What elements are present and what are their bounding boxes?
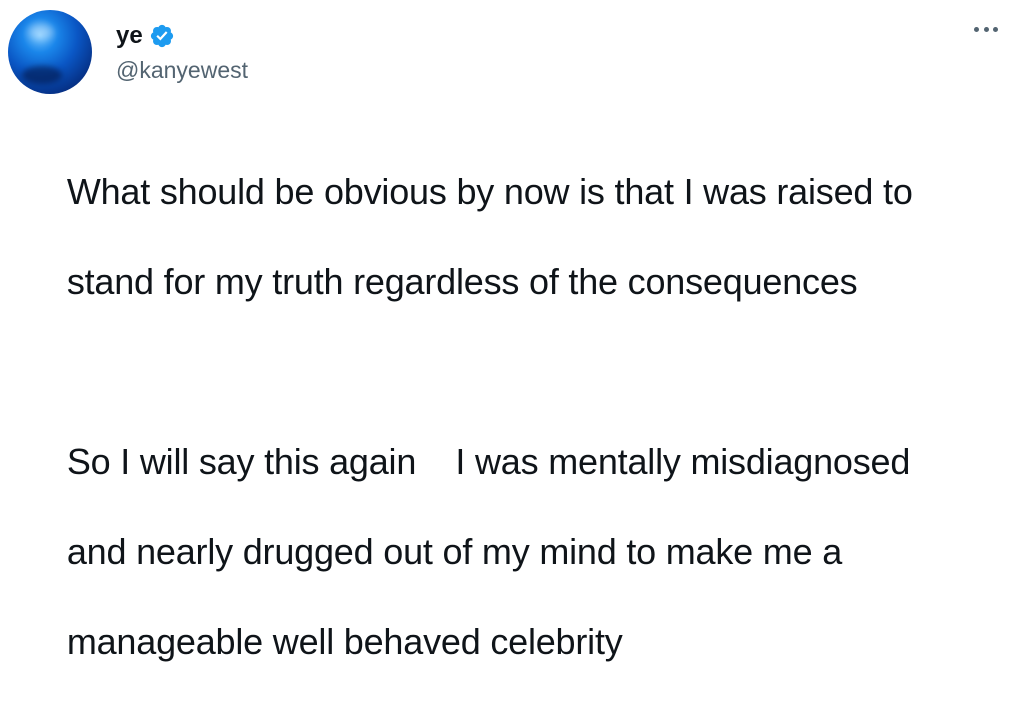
tweet-line: So I will say this again I was mentally …	[66, 441, 911, 482]
verified-badge-icon	[150, 24, 173, 48]
tweet-line: manageable well behaved celebrity	[66, 621, 623, 662]
more-horizontal-icon[interactable]	[974, 24, 998, 34]
tweet-text: What should be obvious by now is that I …	[8, 124, 1008, 709]
tweet-line: stand for my truth regardless of the con…	[66, 261, 858, 302]
author-display-name[interactable]: ye	[116, 22, 143, 50]
tweet-line: and nearly drugged out of my mind to mak…	[66, 531, 843, 572]
more-dot	[983, 26, 989, 32]
tweet-card: ye @kanyewest What should be obvious by …	[0, 0, 1024, 662]
tweet-line: What should be obvious by now is that I …	[66, 171, 913, 212]
avatar-shadow	[22, 66, 62, 84]
author-handle[interactable]: @kanyewest	[116, 56, 248, 84]
avatar[interactable]	[8, 10, 92, 94]
more-dot	[974, 26, 979, 32]
tweet-paragraph: What should be obvious by now is that I …	[8, 124, 1008, 349]
more-dot	[993, 26, 998, 32]
tweet-paragraph: So I will say this again I was mentally …	[8, 394, 1008, 709]
avatar-highlight	[28, 24, 54, 40]
author-name-row: ye	[116, 22, 175, 50]
